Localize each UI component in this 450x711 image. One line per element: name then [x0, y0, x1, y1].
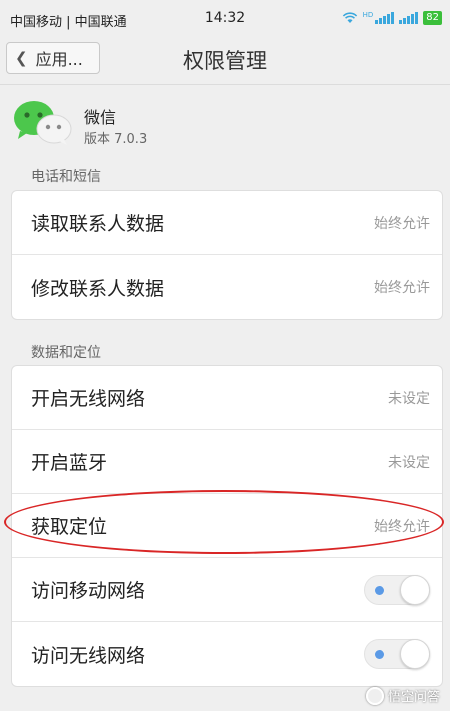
- permission-status: 始终允许: [374, 280, 430, 296]
- app-version: 版本 7.0.3: [84, 132, 148, 147]
- permission-label: 读取联系人数据: [31, 213, 165, 235]
- permission-status: 未设定: [388, 390, 430, 407]
- permission-row-modify-contacts[interactable]: 修改联系人数据 始终允许: [12, 255, 442, 319]
- permission-label: 获取定位: [31, 516, 108, 538]
- permission-label: 开启无线网络: [31, 388, 146, 410]
- toggle-knob: [400, 575, 430, 605]
- permission-label: 访问无线网络: [31, 644, 146, 667]
- permission-label: 开启蓝牙: [31, 452, 108, 474]
- battery-indicator: 82: [423, 11, 442, 25]
- app-name: 微信: [84, 108, 117, 127]
- signal-icon: HD: [363, 12, 395, 24]
- section-header-phone-sms: 电话和短信: [31, 169, 101, 185]
- wechat-icon: [14, 101, 72, 145]
- permission-row-enable-bluetooth[interactable]: 开启蓝牙 未设定: [12, 430, 442, 494]
- signal-icon-2: [399, 12, 419, 24]
- wifi-network-toggle[interactable]: [364, 639, 430, 669]
- permission-status: 始终允许: [374, 215, 430, 232]
- permission-status: 未设定: [388, 454, 430, 471]
- permission-row-enable-wifi[interactable]: 开启无线网络 未设定: [12, 366, 442, 430]
- header-divider: [0, 84, 450, 85]
- wifi-icon: [342, 12, 357, 23]
- permission-card-data-location: 开启无线网络 未设定 开启蓝牙 未设定 获取定位 始终允许 访问移动网络 访问无…: [11, 365, 443, 687]
- watermark-logo-icon: [365, 686, 384, 705]
- watermark: 悟空问答: [365, 686, 440, 705]
- section-header-data-location: 数据和定位: [31, 345, 101, 361]
- permission-label: 修改联系人数据: [31, 277, 165, 300]
- permission-status: 始终允许: [374, 518, 430, 535]
- permission-row-wifi-network: 访问无线网络: [12, 622, 442, 686]
- permission-label: 访问移动网络: [31, 580, 146, 602]
- permission-row-get-location[interactable]: 获取定位 始终允许: [12, 494, 442, 558]
- toggle-knob: [400, 639, 430, 669]
- toggle-indicator: [375, 586, 384, 595]
- watermark-text: 悟空问答: [387, 690, 440, 705]
- permission-card-phone-sms: 读取联系人数据 始终允许 修改联系人数据 始终允许: [11, 190, 443, 320]
- header-bar: ❮ 应用... 权限管理: [0, 36, 450, 84]
- mobile-network-toggle[interactable]: [364, 575, 430, 605]
- app-info: 微信 版本 7.0.3: [0, 86, 450, 160]
- permission-row-mobile-network: 访问移动网络: [12, 558, 442, 622]
- page-title: 权限管理: [183, 49, 267, 73]
- toggle-indicator: [375, 650, 384, 659]
- permission-row-read-contacts[interactable]: 读取联系人数据 始终允许: [12, 191, 442, 255]
- status-bar: 中国移动 | 中国联通 14:32 HD 82: [0, 0, 450, 36]
- status-icons: HD 82: [342, 11, 442, 25]
